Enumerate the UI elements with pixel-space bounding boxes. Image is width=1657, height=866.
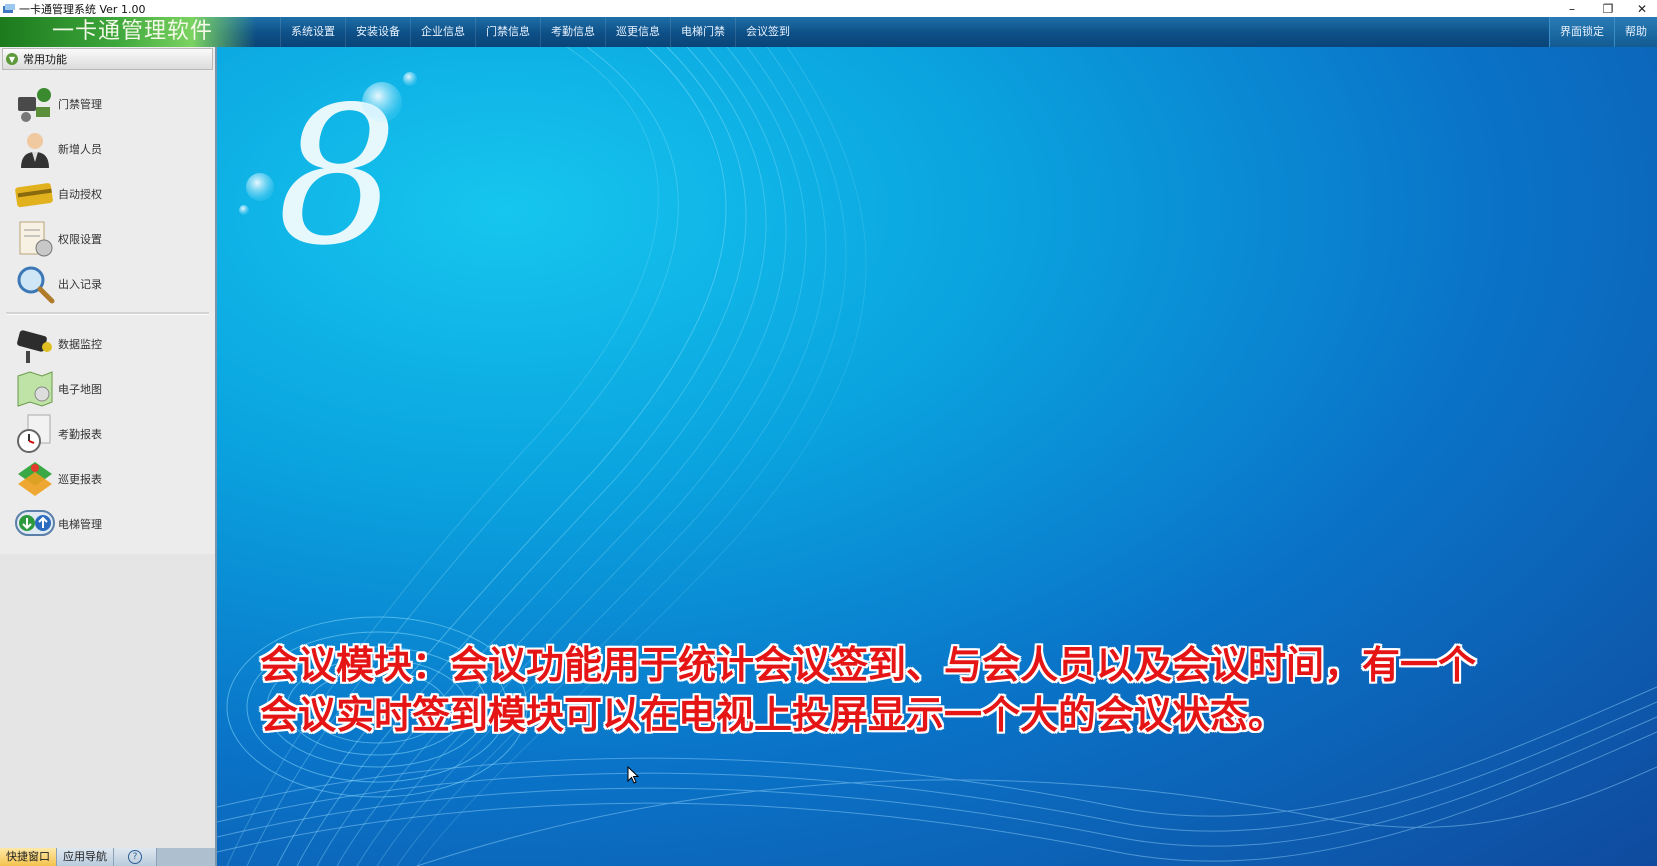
- menu-elevator-access[interactable]: 电梯门禁: [670, 17, 735, 47]
- sidebar-empty-area: [0, 554, 215, 848]
- tab-quick-window[interactable]: 快捷窗口: [0, 848, 57, 866]
- restore-button[interactable]: ❐: [1590, 0, 1626, 17]
- main-menu: 系统设置 安装设备 企业信息 门禁信息 考勤信息 巡更信息 电梯门禁 会议签到: [280, 17, 800, 47]
- menu-patrol-info[interactable]: 巡更信息: [605, 17, 670, 47]
- meeting-module-caption: 会议模块：会议功能用于统计会议签到、与会人员以及会议时间，有一个 会议实时签到模…: [260, 640, 1600, 740]
- help-icon: ?: [128, 850, 142, 864]
- sidebar-item-label: 新增人员: [58, 142, 102, 156]
- sidebar-header-label: 常用功能: [23, 53, 67, 66]
- menu-lock-ui[interactable]: 界面锁定: [1549, 17, 1614, 47]
- elevator-icon: [15, 509, 55, 536]
- menu-system-settings[interactable]: 系统设置: [280, 17, 345, 47]
- close-button[interactable]: ✕: [1624, 0, 1657, 17]
- document-icon: [19, 221, 53, 256]
- caption-line-1: 会议模块：会议功能用于统计会议签到、与会人员以及会议时间，有一个: [260, 643, 1477, 687]
- caption-line-2: 会议实时签到模块可以在电视上投屏显示一个大的会议状态。: [260, 693, 1287, 737]
- clock-icon: [17, 414, 51, 453]
- sidebar-item-auto-authorize[interactable]: 自动授权: [0, 171, 215, 216]
- logo-8-decoration: 8: [239, 66, 417, 287]
- minimize-button[interactable]: –: [1554, 0, 1590, 17]
- menu-meeting-signin[interactable]: 会议签到: [735, 17, 800, 47]
- sidebar-item-label: 考勤报表: [58, 427, 102, 441]
- sidebar-item-label: 电子地图: [58, 382, 102, 396]
- person-icon: [21, 132, 49, 168]
- map-icon: [17, 370, 53, 407]
- sidebar-item-label: 巡更报表: [58, 472, 102, 486]
- sidebar-item-e-map[interactable]: 电子地图: [0, 366, 215, 411]
- sidebar-item-access-records[interactable]: 出入记录: [0, 261, 215, 306]
- sidebar-item-label: 出入记录: [58, 277, 102, 291]
- magnifier-icon: [17, 266, 55, 303]
- sidebar-item-patrol-report[interactable]: 巡更报表: [0, 456, 215, 501]
- menu-attendance-info[interactable]: 考勤信息: [540, 17, 605, 47]
- sidebar-bottom-tabs: 快捷窗口 应用导航 ?: [0, 848, 217, 866]
- sidebar-item-data-monitor[interactable]: 数据监控: [0, 321, 215, 366]
- main-canvas: 8: [217, 47, 1657, 866]
- menu-access-info[interactable]: 门禁信息: [475, 17, 540, 47]
- sidebar-item-elevator-management[interactable]: 电梯管理: [0, 501, 215, 546]
- brand-title: 一卡通管理软件: [0, 17, 256, 47]
- sidebar-item-label: 数据监控: [58, 337, 102, 351]
- door-access-icon: [18, 87, 51, 122]
- sidebar-item-attendance-report[interactable]: 考勤报表: [0, 411, 215, 456]
- sidebar: ▼ 常用功能 门禁管理 新增人员 自动授权 权限设置 出入记录 数据监控 电子地…: [0, 47, 217, 848]
- window-titlebar: 一卡通管理系统 Ver 1.00 – ❐ ✕: [0, 0, 1657, 17]
- sidebar-item-permissions[interactable]: 权限设置: [0, 216, 215, 261]
- sidebar-header[interactable]: ▼ 常用功能: [2, 48, 213, 70]
- menu-right: 界面锁定 帮助: [1549, 17, 1657, 47]
- menu-company-info[interactable]: 企业信息: [410, 17, 475, 47]
- card-icon: [15, 182, 53, 207]
- sidebar-item-label: 电梯管理: [58, 517, 102, 531]
- camera-icon: [17, 329, 52, 363]
- background-waves: 8: [217, 47, 1657, 866]
- sidebar-item-add-person[interactable]: 新增人员: [0, 126, 215, 171]
- window-title: 一卡通管理系统 Ver 1.00: [19, 2, 146, 16]
- sidebar-item-label: 门禁管理: [58, 97, 102, 111]
- menu-install-device[interactable]: 安装设备: [345, 17, 410, 47]
- sidebar-item-label: 自动授权: [58, 187, 102, 201]
- patrol-icon: [18, 461, 52, 496]
- tab-help[interactable]: ?: [114, 848, 157, 866]
- menubar: 一卡通管理软件 系统设置 安装设备 企业信息 门禁信息 考勤信息 巡更信息 电梯…: [0, 17, 1657, 49]
- sidebar-item-door-access[interactable]: 门禁管理: [0, 81, 215, 126]
- tab-app-navigation[interactable]: 应用导航: [57, 848, 114, 866]
- sidebar-list: 门禁管理 新增人员 自动授权 权限设置 出入记录 数据监控 电子地图 考勤报表 …: [0, 71, 215, 546]
- sidebar-item-label: 权限设置: [58, 232, 102, 246]
- sidebar-divider: [6, 312, 209, 315]
- menu-help[interactable]: 帮助: [1614, 17, 1657, 47]
- collapse-icon[interactable]: ▼: [6, 53, 18, 65]
- mouse-cursor-icon: [627, 766, 639, 784]
- app-icon: [3, 3, 15, 13]
